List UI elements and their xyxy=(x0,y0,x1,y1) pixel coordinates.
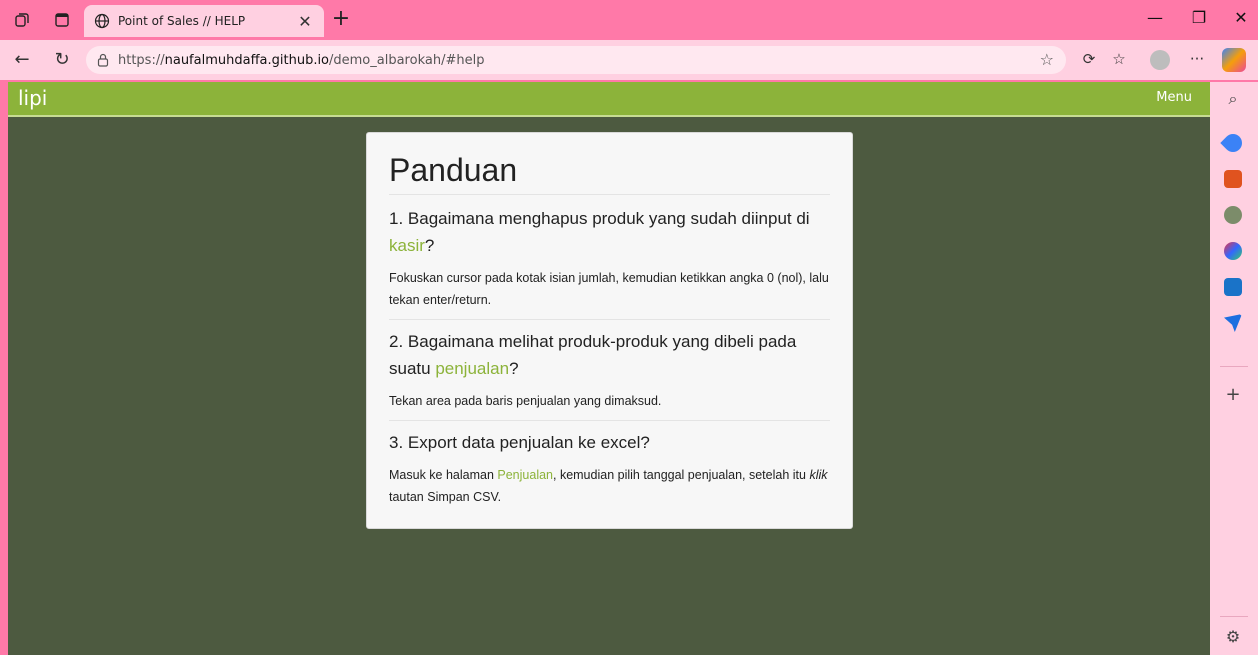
copilot-icon[interactable] xyxy=(1222,48,1246,72)
office-icon[interactable] xyxy=(1224,242,1242,260)
tab-close-icon[interactable]: ✕ xyxy=(296,12,314,31)
back-icon[interactable]: ← xyxy=(10,48,34,72)
tab-actions-icon[interactable] xyxy=(52,10,72,30)
menu-button[interactable]: Menu xyxy=(1156,90,1192,105)
restore-button[interactable]: ❐ xyxy=(1184,8,1214,27)
faq-question-1: 1. Bagaimana menghapus produk yang sudah… xyxy=(389,209,810,255)
new-tab-button[interactable]: + xyxy=(330,6,352,32)
penjualan-link[interactable]: penjualan xyxy=(435,359,509,378)
url-field[interactable]: https://naufalmuhdaffa.github.io/demo_al… xyxy=(86,46,1066,74)
favorites-icon[interactable]: ☆ xyxy=(1108,50,1130,68)
send-icon[interactable] xyxy=(1224,314,1242,332)
brand-link[interactable]: lipi xyxy=(18,86,47,110)
penjualan-page-link[interactable]: Penjualan xyxy=(497,468,553,482)
refresh-icon[interactable]: ↻ xyxy=(50,48,74,72)
globe-icon xyxy=(94,13,110,29)
help-card: Panduan 1. Bagaimana menghapus produk ya… xyxy=(366,132,853,529)
tag-icon[interactable] xyxy=(1220,130,1246,156)
active-tab[interactable]: Point of Sales // HELP ✕ xyxy=(84,5,324,37)
page-viewport: lipi Menu Panduan 1. Bagaimana menghapus… xyxy=(8,82,1210,655)
minimize-button[interactable]: — xyxy=(1140,8,1170,27)
faq-answer-1: Fokuskan cursor pada kotak isian jumlah,… xyxy=(389,267,830,320)
edge-side-panel: ⌕ + ⚙ xyxy=(1210,82,1258,655)
outlook-icon[interactable] xyxy=(1224,278,1242,296)
search-icon[interactable]: ⌕ xyxy=(1224,90,1242,108)
tab-bar: Point of Sales // HELP ✕ + — ❐ ✕ xyxy=(0,0,1258,40)
faq-question-3: 3. Export data penjualan ke excel? xyxy=(389,433,650,452)
faq-question-2: 2. Bagaimana melihat produk-produk yang … xyxy=(389,332,797,378)
add-icon[interactable]: + xyxy=(1224,386,1242,404)
workspaces-icon[interactable] xyxy=(12,10,32,30)
people-icon[interactable] xyxy=(1224,206,1242,224)
extensions-icon[interactable]: ⟳ xyxy=(1078,50,1100,68)
favorite-star-icon[interactable]: ☆ xyxy=(1040,50,1054,69)
kasir-link[interactable]: kasir xyxy=(389,236,425,255)
toolbox-icon[interactable] xyxy=(1224,170,1242,188)
faq-answer-3: Masuk ke halaman Penjualan, kemudian pil… xyxy=(389,468,828,504)
site-info-icon[interactable] xyxy=(96,53,110,67)
close-window-button[interactable]: ✕ xyxy=(1226,8,1256,27)
faq-answer-2: Tekan area pada baris penjualan yang dim… xyxy=(389,390,830,421)
settings-icon[interactable]: ⚙ xyxy=(1224,628,1242,646)
url-text: https://naufalmuhdaffa.github.io/demo_al… xyxy=(118,52,485,68)
app-navbar: lipi Menu xyxy=(8,82,1210,117)
address-bar-row: ← ↻ https://naufalmuhdaffa.github.io/dem… xyxy=(0,40,1258,80)
tab-title: Point of Sales // HELP xyxy=(118,14,246,28)
more-icon[interactable]: ··· xyxy=(1186,50,1208,68)
page-title: Panduan xyxy=(389,147,830,195)
profile-icon[interactable] xyxy=(1150,50,1170,70)
